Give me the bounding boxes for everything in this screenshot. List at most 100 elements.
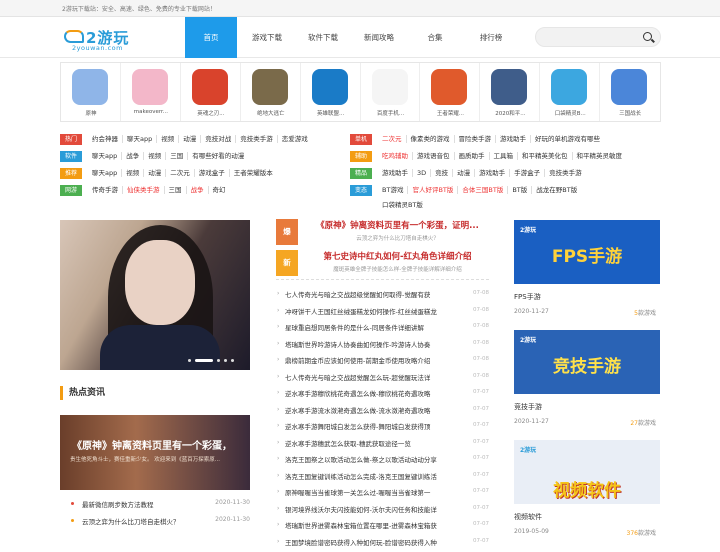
news-title[interactable]: 冲呀饼干人王国红丝绒蛋糕龙如何操作-红丝绒蛋糕龙 (285, 306, 467, 316)
collection-image[interactable]: 2游玩FPS手游 (514, 220, 660, 284)
tag-link[interactable]: 奇幻 (209, 186, 230, 194)
site-logo[interactable]: 2游玩 2youwan.com (64, 27, 156, 53)
category-badge[interactable]: 精品 (350, 168, 372, 179)
news-row[interactable]: ›塔瑞斯世界吟游诗人协奏曲如何操作-吟游诗人协奏07-08 (276, 338, 489, 355)
tag-link[interactable]: 战争 (122, 152, 144, 160)
tag-link[interactable]: 游戏助手 (496, 135, 531, 143)
news-title[interactable]: 逆水寒手游穗武怎么获取-穗武获取途径一览 (285, 438, 467, 448)
news-title[interactable]: 银河境界线沃尔夫闪技能如何-沃尔夫闪任务和技能详 (285, 504, 467, 514)
collection-card[interactable]: 2游玩FPS手游FPS手游2020-11-275款游戏 (514, 220, 660, 318)
category-badge[interactable]: 推荐 (60, 168, 82, 179)
tag-link[interactable]: 口袋精灵BT版 (378, 201, 427, 209)
game-icon[interactable] (312, 69, 348, 105)
tag-link[interactable]: 视频 (122, 169, 144, 177)
tag-link[interactable]: 竞技 (431, 169, 453, 177)
collection-image[interactable]: 2游玩视频软件 (514, 440, 660, 504)
game-item[interactable]: 英雄联盟... (301, 63, 361, 121)
tag-link[interactable]: 游戏盒子 (195, 169, 230, 177)
slider-dot[interactable] (217, 359, 220, 362)
game-name[interactable]: 王者荣耀... (422, 109, 478, 117)
game-name[interactable]: 英雄联盟... (303, 109, 359, 117)
nav-game-download[interactable]: 游戏下载 (241, 17, 293, 58)
news-row[interactable]: ›鼎榜前期金币应该如何使用-前期金币使用攻略介绍07-08 (276, 354, 489, 371)
news-title[interactable]: 逆水寒手游流水潋滟奇遇怎么做-流水潋滟奇遇攻略 (285, 405, 467, 415)
tag-link[interactable]: 像素类的游戏 (407, 135, 455, 143)
news-title[interactable]: 七人传奇光与暗之交战超觉醒怎么玩-超觉醒玩法详 (285, 372, 467, 382)
featured-item[interactable]: 爆 《原神》钟离资料页里有一个彩蛋，证明... 云顶之弈为什么比刀塔自走棋火？ (276, 219, 489, 245)
news-row[interactable]: ›星球重启想同居条件的是什么-同居条件详细讲解07-08 (276, 321, 489, 338)
featured-title[interactable]: 第七史诗中红丸如何-红丸角色详细介绍 (306, 250, 489, 262)
tag-link[interactable]: 恋爱游戏 (278, 135, 312, 143)
nav-home[interactable]: 首页 (185, 17, 237, 58)
slider-dot[interactable] (195, 359, 213, 362)
tag-link[interactable]: BT版 (508, 186, 532, 194)
tag-link[interactable]: 动漫 (453, 169, 475, 177)
nav-software-download[interactable]: 软件下载 (297, 17, 349, 58)
tag-link[interactable]: 聊天app (123, 135, 157, 143)
game-item[interactable]: 原神 (61, 63, 121, 121)
tag-link[interactable]: 冒险类手游 (455, 135, 497, 143)
slider-dot[interactable] (231, 359, 234, 362)
game-name[interactable]: makeoverr... (123, 109, 179, 115)
game-name[interactable]: 2020和平... (482, 109, 538, 117)
game-name[interactable]: 英魂之刃... (183, 109, 239, 117)
game-icon[interactable] (372, 69, 408, 105)
tag-link[interactable]: 手游盒子 (510, 169, 545, 177)
news-title[interactable]: 塔瑞斯世界进雾森林宝箱位置在哪里-进雾森林宝箱获 (285, 520, 467, 530)
tag-link[interactable]: 游戏助手 (378, 169, 413, 177)
game-name[interactable]: 三国战长 (602, 109, 658, 117)
tag-link[interactable]: 战龙在野BT版 (532, 186, 581, 194)
tag-link[interactable]: BT游戏 (378, 186, 408, 194)
news-row[interactable]: ›原神喔喔当当雀球第一关怎么过-喔喔当当雀球第一07-07 (276, 486, 489, 503)
news-title[interactable]: 逆水寒手游穆欣桃花奇遇怎么做-穆欣桃花奇遇攻略 (285, 388, 467, 398)
news-title[interactable]: 原神喔喔当当雀球第一关怎么过-喔喔当当雀球第一 (285, 487, 467, 497)
tag-link[interactable]: 聊天app (88, 169, 122, 177)
hot-news-image[interactable]: 《原神》钟离资料页里有一个彩蛋， 贵生他死角斗士，赛佳重新少女。 欢迎来到《蓝百… (60, 415, 250, 490)
news-row[interactable]: ›逆水寒手游舞阳城白发怎么获得-舞阳城白发获得顶07-07 (276, 420, 489, 437)
news-row[interactable]: ›冲呀饼干人王国红丝绒蛋糕龙如何操作-红丝绒蛋糕龙07-08 (276, 305, 489, 322)
news-title[interactable]: 七人传奇光与暗之交战超级觉醒如何取得-觉醒有获 (285, 289, 467, 299)
news-row[interactable]: ›银河境界线沃尔夫闪技能如何-沃尔夫闪任务和技能详07-07 (276, 503, 489, 520)
list-item[interactable]: 云顶之弈为什么比刀塔自走棋火？2020-11-30 (60, 515, 250, 532)
game-item[interactable]: 2020和平... (480, 63, 540, 121)
game-item[interactable]: 绝地大逃亡 (241, 63, 301, 121)
tag-link[interactable]: 3D (413, 169, 431, 177)
slider-dot[interactable] (188, 359, 191, 362)
tag-link[interactable]: 竞技类手游 (545, 169, 586, 177)
game-icon[interactable] (192, 69, 228, 105)
game-name[interactable]: 绝地大逃亡 (243, 109, 299, 117)
slider-dot[interactable] (224, 359, 227, 362)
news-title[interactable]: 星球重启想同居条件的是什么-同居条件详细讲解 (285, 322, 467, 332)
tag-link[interactable]: 动漫 (179, 135, 201, 143)
collection-card[interactable]: 2游玩视频软件视频软件2019-05-09376款游戏 (514, 440, 660, 538)
featured-title[interactable]: 《原神》钟离资料页里有一个彩蛋，证明... (306, 219, 489, 231)
tag-link[interactable]: 三国 (166, 152, 188, 160)
game-item[interactable]: makeoverr... (121, 63, 181, 121)
collection-image[interactable]: 2游玩竞技手游 (514, 330, 660, 394)
image-slider[interactable] (60, 220, 250, 370)
tag-link[interactable]: 王者荣耀版本 (230, 169, 277, 177)
nav-rankings[interactable]: 排行榜 (465, 17, 517, 58)
tag-link[interactable]: 竞技对战 (201, 135, 236, 143)
list-item-title[interactable]: 云顶之弈为什么比刀塔自走棋火？ (82, 516, 180, 526)
game-icon[interactable] (551, 69, 587, 105)
search-icon[interactable] (643, 32, 652, 41)
tag-link[interactable]: 竞技类手游 (236, 135, 278, 143)
list-item[interactable]: 最新微信刷步数方法教程2020-11-30 (60, 498, 250, 515)
news-row[interactable]: ›逆水寒手游穆欣桃花奇遇怎么做-穆欣桃花奇遇攻略07-07 (276, 387, 489, 404)
game-name[interactable]: 原神 (63, 109, 119, 117)
category-badge[interactable]: 变态 (350, 185, 372, 196)
news-row[interactable]: ›洛克王国祭之以歌活动怎么做-祭之以歌活动动动分享07-07 (276, 453, 489, 470)
collection-title[interactable]: FPS手游 (514, 292, 660, 302)
category-badge[interactable]: 热门 (60, 134, 82, 145)
nav-news-guides[interactable]: 新闻攻略 (353, 17, 405, 58)
news-row[interactable]: ›七人传奇光与暗之交战超觉醒怎么玩-超觉醒玩法详07-08 (276, 371, 489, 388)
tag-link[interactable]: 好玩的单机游戏有哪些 (531, 135, 604, 143)
game-icon[interactable] (431, 69, 467, 105)
search-input[interactable] (535, 27, 661, 47)
tag-link[interactable]: 三国 (165, 186, 187, 194)
tag-link[interactable]: 动漫 (144, 169, 166, 177)
news-row[interactable]: ›洛克王国复键训练活动怎么完成-洛克王国复键训练活07-07 (276, 470, 489, 487)
game-item[interactable]: 英魂之刃... (181, 63, 241, 121)
tag-link[interactable]: 二次元 (378, 135, 407, 143)
